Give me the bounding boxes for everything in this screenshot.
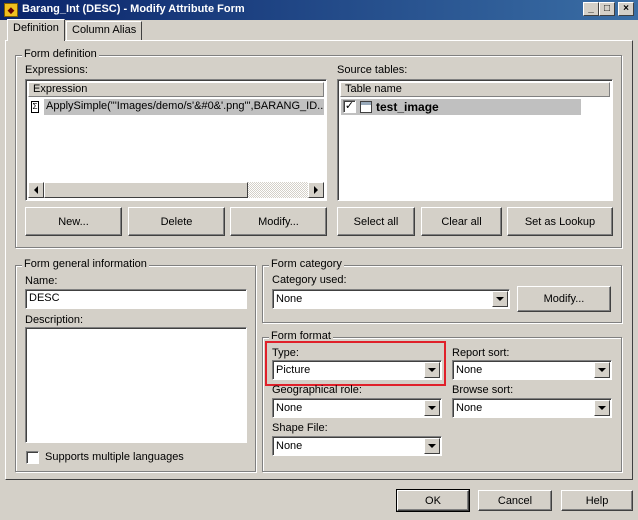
description-label: Description: [25,314,84,326]
chevron-left-icon [34,186,38,194]
category-used-label: Category used: [272,274,347,286]
dropdown-arrow[interactable] [594,400,610,416]
minimize-button[interactable]: _ [583,2,599,16]
description-textarea[interactable] [25,327,247,443]
expressions-label: Expressions: [25,64,88,76]
dropdown-arrow[interactable] [424,438,440,454]
expression-icon: Σ [31,101,39,113]
dropdown-arrow[interactable] [492,291,508,307]
shape-file-dropdown[interactable]: None [272,436,442,456]
form-category-legend: Form category [269,258,344,270]
help-button[interactable]: Help [561,490,633,511]
dropdown-arrow[interactable] [424,362,440,378]
modify-category-button[interactable]: Modify... [517,286,611,312]
shape-file-label: Shape File: [272,422,328,434]
source-tables-label: Source tables: [337,64,408,76]
chevron-down-icon [598,406,606,410]
report-sort-dropdown[interactable]: None [452,360,612,380]
modify-expression-button[interactable]: Modify... [230,207,327,236]
scroll-thumb[interactable] [44,182,248,198]
close-button[interactable]: × [618,2,634,16]
tab-definition[interactable]: Definition [7,19,65,41]
chevron-down-icon [598,368,606,372]
clear-all-button[interactable]: Clear all [421,207,502,236]
select-all-button[interactable]: Select all [337,207,415,236]
name-label: Name: [25,275,58,287]
type-label: Type: [272,347,299,359]
cancel-button[interactable]: Cancel [478,490,552,511]
new-button[interactable]: New... [25,207,122,236]
set-as-lookup-button[interactable]: Set as Lookup [507,207,613,236]
tab-column-alias[interactable]: Column Alias [66,21,143,40]
window-title: Barang_Int (DESC) - Modify Attribute For… [22,3,245,15]
browse-sort-dropdown[interactable]: None [452,398,612,418]
report-sort-label: Report sort: [452,347,510,359]
source-tables-list[interactable]: Table name ✓ test_image [337,79,613,201]
dropdown-arrow[interactable] [594,362,610,378]
dropdown-arrow[interactable] [424,400,440,416]
geo-role-dropdown[interactable]: None [272,398,442,418]
form-definition-legend: Form definition [22,48,99,60]
chevron-down-icon [428,444,436,448]
ok-button[interactable]: OK [396,489,470,512]
expressions-list[interactable]: Expression Σ ApplySimple("'Images/demo/s… [25,79,327,201]
delete-button[interactable]: Delete [128,207,225,236]
table-icon [360,101,372,113]
list-item[interactable]: ApplySimple("'Images/demo/s'&#0&'.png'",… [44,99,324,115]
expressions-h-scrollbar[interactable] [28,182,324,198]
geo-role-label: Geographical role: [272,384,362,396]
type-dropdown[interactable]: Picture [272,360,442,380]
scroll-left-button[interactable] [28,182,44,198]
source-column-header[interactable]: Table name [340,82,610,97]
general-info-legend: Form general information [22,258,149,270]
table-checkbox[interactable]: ✓ [343,100,356,113]
scroll-right-button[interactable] [308,182,324,198]
browse-sort-label: Browse sort: [452,384,514,396]
expressions-column-header[interactable]: Expression [28,82,324,97]
chevron-down-icon [496,297,504,301]
category-dropdown[interactable]: None [272,289,510,309]
name-input[interactable]: DESC [25,289,247,309]
chevron-down-icon [428,368,436,372]
maximize-button[interactable]: □ [599,2,615,16]
table-name: test_image [376,100,439,114]
chevron-down-icon [428,406,436,410]
app-icon: ◆ [4,3,18,17]
chevron-right-icon [314,186,318,194]
list-item[interactable]: ✓ test_image [341,99,581,115]
title-bar[interactable]: ◆ Barang_Int (DESC) - Modify Attribute F… [0,0,638,20]
multi-language-checkbox[interactable] [26,451,39,464]
multi-language-label[interactable]: Supports multiple languages [45,451,184,463]
